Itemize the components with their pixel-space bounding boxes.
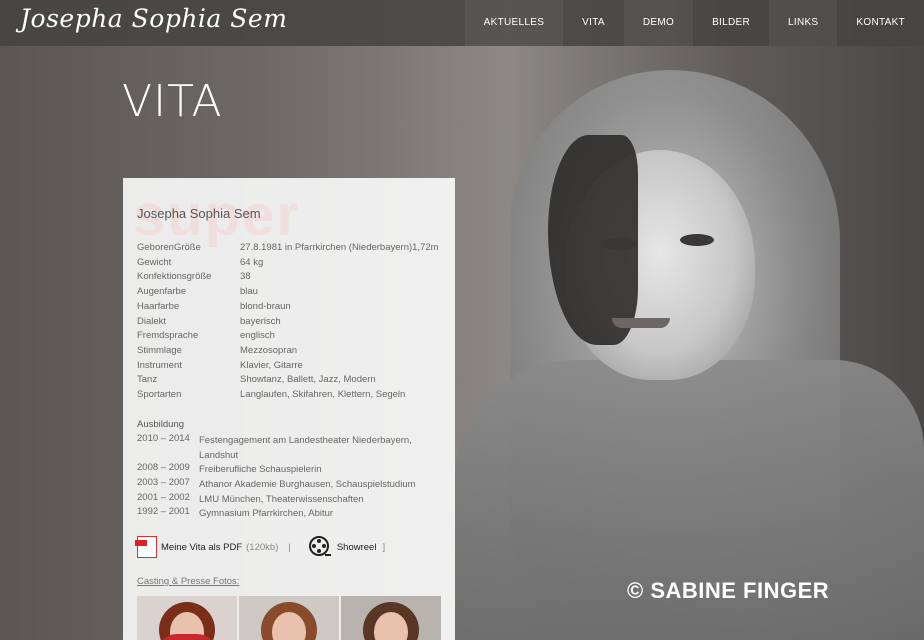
pdf-size: (120kb) [246,541,279,553]
fact-row: Fremdsprache englisch [137,330,275,341]
fact-row: Tanz Showtanz, Ballett, Jazz, Modern [137,374,376,385]
background-photo-mouth [612,318,670,328]
film-reel-icon[interactable] [308,536,331,558]
fact-row: Konfektionsgröße 38 [137,271,251,282]
fact-row: Haarfarbe blond-braun [137,301,291,312]
vita-panel: super Josepha Sophia Sem GeborenGröße 27.… [123,178,455,640]
pdf-icon[interactable] [135,536,157,558]
background-photo-eye [602,238,636,250]
vita-pdf-link[interactable]: Meine Vita als PDF [161,542,242,553]
site-logo[interactable]: Josepha Sophia Sem [20,4,287,33]
fact-row: Instrument Klavier, Gitarre [137,360,303,371]
page-title: VITA [122,76,223,127]
download-links: Meine Vita als PDF (120kb) | Showreel ] [135,536,386,558]
fact-row: Dialekt bayerisch [137,316,281,327]
education-row: 2003 – 2007 Athanor Akademie Burghausen, … [137,477,416,490]
education-row: 2010 – 2014 Festengagement am Landestheat… [137,433,412,461]
person-name: Josepha Sophia Sem [137,206,261,221]
fact-row: Stimmlage Mezzosopran [137,345,298,356]
fact-row: GeborenGröße 27.8.1981 in Pfarrkirchen (N… [137,242,439,253]
photo-thumbnail[interactable] [341,596,441,640]
nav-bilder[interactable]: BILDER [693,0,769,46]
background-photo-eye [680,234,714,246]
nav-kontakt[interactable]: KONTAKT [837,0,924,46]
fact-row: Gewicht 64 kg [137,257,264,268]
photo-copyright: © SABINE FINGER [627,578,830,603]
site-header: Josepha Sophia Sem AKTUELLES VITA DEMO B… [0,0,924,46]
nav-vita[interactable]: VITA [563,0,624,46]
photo-thumbnail[interactable] [137,596,237,640]
nav-demo[interactable]: DEMO [623,0,694,46]
showreel-link[interactable]: Showreel [337,542,377,553]
fact-row: Sportarten Langlaufen, Skifahren, Kletter… [137,389,406,400]
nav-links[interactable]: LINKS [769,0,838,46]
link-separator: | [288,541,291,553]
photo-thumbnails [137,596,441,640]
casting-photos-link[interactable]: Casting & Presse Fotos: [137,576,239,587]
education-row: 2008 – 2009 Freiberufliche Schauspielerin [137,462,322,475]
showreel-bracket: ] [382,541,386,553]
education-row: 2001 – 2002 LMU München, Theaterwissensch… [137,492,364,505]
photo-thumbnail[interactable] [239,596,339,640]
fact-row: Augenfarbe blau [137,286,258,297]
nav-aktuelles[interactable]: AKTUELLES [464,0,564,46]
education-row: 1992 – 2001 Gymnasium Pfarrkirchen, Abitu… [137,506,334,519]
main-nav: AKTUELLES VITA DEMO BILDER LINKS KONTAKT [464,0,924,46]
education-heading: Ausbildung [137,419,185,430]
